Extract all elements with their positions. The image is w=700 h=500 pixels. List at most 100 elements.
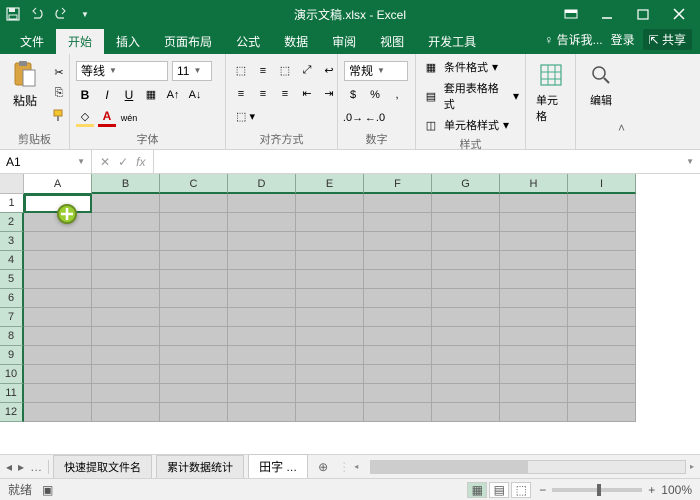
cell[interactable]	[364, 308, 432, 327]
ribbon-options-icon[interactable]	[560, 4, 582, 24]
cell[interactable]	[228, 308, 296, 327]
cell[interactable]	[92, 251, 160, 270]
zoom-out-icon[interactable]: −	[539, 483, 546, 497]
col-header[interactable]: A	[24, 174, 92, 194]
align-bottom-icon[interactable]: ⬚	[276, 62, 294, 80]
comma-icon[interactable]: ,	[388, 86, 406, 104]
row-header[interactable]: 5	[0, 270, 24, 289]
view-break-icon[interactable]: ⬚	[511, 482, 531, 498]
cell[interactable]	[296, 346, 364, 365]
row-header[interactable]: 3	[0, 232, 24, 251]
cell[interactable]	[500, 251, 568, 270]
cell[interactable]	[432, 346, 500, 365]
zoom-in-icon[interactable]: +	[648, 483, 655, 497]
row-header[interactable]: 12	[0, 403, 24, 422]
font-color-button[interactable]: A	[98, 109, 116, 127]
cell[interactable]	[160, 403, 228, 422]
cell[interactable]	[500, 270, 568, 289]
cell[interactable]	[296, 365, 364, 384]
cell[interactable]	[568, 308, 636, 327]
cell[interactable]	[432, 251, 500, 270]
cell[interactable]	[92, 308, 160, 327]
cell[interactable]	[24, 327, 92, 346]
cell[interactable]	[24, 384, 92, 403]
view-layout-icon[interactable]: ▤	[489, 482, 509, 498]
cell[interactable]	[432, 365, 500, 384]
dec-decimal-icon[interactable]: ←.0	[366, 109, 384, 127]
cell[interactable]	[432, 308, 500, 327]
cell[interactable]	[568, 289, 636, 308]
row-header[interactable]: 8	[0, 327, 24, 346]
cell[interactable]	[296, 270, 364, 289]
phonetic-button[interactable]: wén	[120, 109, 138, 127]
col-header[interactable]: E	[296, 174, 364, 194]
sheet-nav-more-icon[interactable]: …	[30, 460, 42, 474]
indent-inc-icon[interactable]: ⇥	[320, 85, 338, 103]
cell[interactable]	[160, 232, 228, 251]
row-header[interactable]: 9	[0, 346, 24, 365]
cell[interactable]	[92, 194, 160, 213]
cell[interactable]	[364, 194, 432, 213]
share-button[interactable]: ⇱ 共享	[643, 29, 692, 50]
cell[interactable]	[364, 232, 432, 251]
cell[interactable]	[228, 213, 296, 232]
underline-button[interactable]: U	[120, 86, 138, 104]
edit-button[interactable]: 编辑	[582, 58, 620, 133]
cell[interactable]	[160, 251, 228, 270]
sheet-grid[interactable]: 123456789101112	[0, 194, 700, 454]
cell[interactable]	[500, 403, 568, 422]
cell[interactable]	[500, 384, 568, 403]
sheet-tab-2[interactable]: 累计数据统计	[156, 455, 244, 478]
border-button[interactable]: ▦	[142, 86, 160, 104]
number-format-combo[interactable]: 常规▼	[344, 61, 408, 81]
zoom-level[interactable]: 100%	[661, 483, 692, 497]
cell[interactable]	[92, 403, 160, 422]
cell[interactable]	[92, 213, 160, 232]
cell[interactable]	[296, 308, 364, 327]
col-header[interactable]: C	[160, 174, 228, 194]
cell[interactable]	[432, 289, 500, 308]
cell[interactable]	[296, 289, 364, 308]
cell[interactable]	[568, 213, 636, 232]
cell[interactable]	[568, 365, 636, 384]
cell[interactable]	[92, 232, 160, 251]
sheet-tab-1[interactable]: 快速提取文件名	[53, 455, 152, 478]
italic-button[interactable]: I	[98, 86, 116, 104]
cell[interactable]	[432, 232, 500, 251]
row-header[interactable]: 1	[0, 194, 24, 213]
cell[interactable]	[228, 403, 296, 422]
shrink-font-icon[interactable]: A↓	[186, 86, 204, 104]
cell[interactable]	[92, 365, 160, 384]
save-icon[interactable]	[6, 7, 20, 21]
cell[interactable]	[568, 251, 636, 270]
table-format-button[interactable]: ▤套用表格格式 ▾	[422, 80, 519, 112]
cell[interactable]	[432, 384, 500, 403]
sheet-nav-next-icon[interactable]: ▸	[18, 460, 24, 474]
cell[interactable]	[500, 365, 568, 384]
cell[interactable]	[296, 327, 364, 346]
col-header[interactable]: D	[228, 174, 296, 194]
paste-button[interactable]: 粘贴	[6, 58, 44, 129]
cell[interactable]	[228, 365, 296, 384]
tab-file[interactable]: 文件	[8, 29, 56, 54]
cell[interactable]	[160, 384, 228, 403]
cell[interactable]	[500, 346, 568, 365]
cond-format-button[interactable]: ▦条件格式 ▾	[422, 58, 519, 76]
cut-icon[interactable]: ✂	[50, 64, 68, 82]
tab-home[interactable]: 开始	[56, 29, 104, 54]
cell[interactable]	[24, 308, 92, 327]
col-header[interactable]: G	[432, 174, 500, 194]
copy-icon[interactable]: ⎘	[50, 85, 68, 103]
redo-icon[interactable]	[54, 7, 68, 21]
cell[interactable]	[296, 194, 364, 213]
cell[interactable]	[92, 270, 160, 289]
expand-formula-icon[interactable]: ▼	[680, 157, 700, 166]
wrap-text-icon[interactable]: ↩	[320, 62, 338, 80]
cell[interactable]	[24, 251, 92, 270]
close-icon[interactable]	[668, 4, 690, 24]
cell[interactable]	[296, 384, 364, 403]
h-scrollbar[interactable]	[370, 460, 686, 474]
tab-layout[interactable]: 页面布局	[152, 29, 224, 54]
cell[interactable]	[500, 232, 568, 251]
cell[interactable]	[364, 251, 432, 270]
